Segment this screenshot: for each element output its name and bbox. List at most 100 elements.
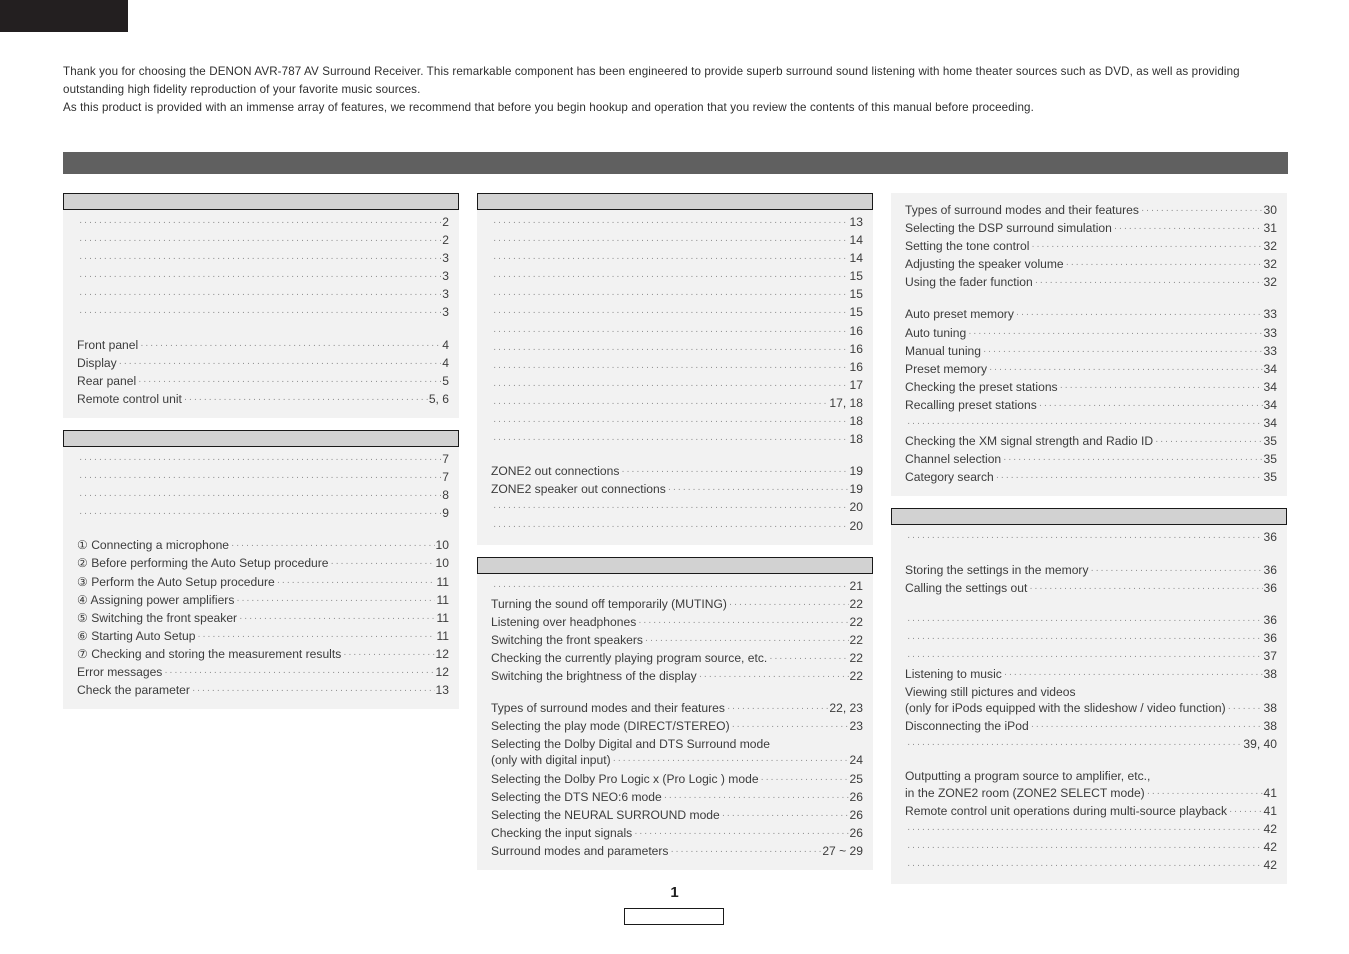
toc-entry[interactable]: ········································… — [77, 487, 449, 505]
toc-entry-group: Outputting a program source to amplifier… — [891, 768, 1287, 875]
toc-entry[interactable]: ········································… — [491, 304, 863, 322]
toc-entry[interactable]: Selecting the DTS NEO:6 mode ············… — [491, 789, 863, 807]
toc-entry[interactable]: ④ Assigning power amplifiers ············… — [77, 592, 449, 610]
toc-entry[interactable]: Checking the preset stations ············… — [905, 379, 1277, 397]
toc-entry[interactable]: ········································… — [491, 250, 863, 268]
toc-entry[interactable]: Selecting the NEURAL SURROUND mode ······… — [491, 807, 863, 825]
toc-entry[interactable]: ① Connecting a microphone ···············… — [77, 537, 449, 555]
toc-entry[interactable]: Calling the settings out ················… — [905, 580, 1277, 598]
toc-entry[interactable]: Listening over headphones ···············… — [491, 614, 863, 632]
toc-entry[interactable]: ········································… — [491, 323, 863, 341]
toc-entry[interactable]: Recalling preset stations ···············… — [905, 397, 1277, 415]
toc-entry[interactable]: Selecting the play mode (DIRECT/STEREO) ·… — [491, 718, 863, 736]
toc-entry[interactable]: Auto preset memory ······················… — [905, 306, 1277, 324]
toc-entry[interactable]: (only with digital input) ···············… — [491, 752, 863, 770]
toc-entry[interactable]: ········································… — [491, 518, 863, 536]
toc-entry[interactable]: Disconnecting the iPod ··················… — [905, 718, 1277, 736]
toc-entry[interactable]: ········································… — [491, 377, 863, 395]
toc-dot-leader: ········································… — [1227, 703, 1263, 715]
toc-entry[interactable]: ········································… — [491, 578, 863, 596]
toc-entry[interactable]: Channel selection ·······················… — [905, 451, 1277, 469]
toc-entry[interactable]: Manual tuning ···························… — [905, 343, 1277, 361]
toc-entry[interactable]: Switching the brightness of the display ·… — [491, 668, 863, 686]
toc-entry[interactable]: ③ Perform the Auto Setup procedure ······… — [77, 574, 449, 592]
toc-entry[interactable]: Checking the currently playing program s… — [491, 650, 863, 668]
toc-entry[interactable]: in the ZONE2 room (ZONE2 SELECT mode) ···… — [905, 785, 1277, 803]
toc-entry-label: Selecting the play mode (DIRECT/STEREO) — [491, 719, 730, 734]
toc-entry-label: ① Connecting a microphone — [77, 538, 230, 553]
toc-entry[interactable]: ········································… — [77, 250, 449, 268]
toc-entry[interactable]: ········································… — [77, 469, 449, 487]
toc-dot-leader: ········································… — [731, 721, 849, 733]
toc-entry[interactable]: Selecting the Dolby Digital and DTS Surr… — [491, 736, 863, 752]
toc-entry[interactable]: Checking the XM signal strength and Radi… — [905, 433, 1277, 451]
toc-entry[interactable]: ········································… — [77, 286, 449, 304]
toc-entry[interactable]: ········································… — [491, 341, 863, 359]
toc-entry[interactable]: Surround modes and parameters ···········… — [491, 843, 863, 861]
toc-entry-page-number: 42 — [1263, 839, 1277, 854]
toc-entry[interactable]: ⑥ Starting Auto Setup ···················… — [77, 628, 449, 646]
toc-entry[interactable]: (only for iPods equipped with the slides… — [905, 700, 1277, 718]
toc-entry[interactable]: Using the fader function ················… — [905, 274, 1277, 292]
toc-entry[interactable]: ········································… — [491, 268, 863, 286]
toc-entry[interactable]: ········································… — [491, 232, 863, 250]
toc-entry[interactable]: ········································… — [491, 499, 863, 517]
toc-entry[interactable]: Adjusting the speaker volume ············… — [905, 256, 1277, 274]
toc-entry[interactable]: Listening to music ······················… — [905, 666, 1277, 684]
toc-entry[interactable]: ········································… — [905, 630, 1277, 648]
toc-entry[interactable]: ZONE2 speaker out connections ···········… — [491, 481, 863, 499]
toc-entry-group: ········································… — [477, 578, 873, 687]
toc-entry[interactable]: ········································… — [905, 415, 1277, 433]
toc-entry[interactable]: Display ·································… — [77, 355, 449, 373]
toc-entry[interactable]: ········································… — [77, 214, 449, 232]
toc-entry[interactable]: Check the parameter ·····················… — [77, 682, 449, 700]
toc-entry[interactable]: ········································… — [77, 304, 449, 322]
toc-dot-leader: ········································… — [1003, 668, 1263, 680]
toc-entry[interactable]: ········································… — [905, 839, 1277, 857]
toc-entry[interactable]: Auto tuning ·····························… — [905, 325, 1277, 343]
toc-entry[interactable]: Selecting the DSP surround simulation ···… — [905, 220, 1277, 238]
toc-entry[interactable]: ········································… — [491, 214, 863, 232]
toc-entry[interactable]: ········································… — [905, 612, 1277, 630]
toc-entry[interactable]: ⑤ Switching the front speaker ···········… — [77, 610, 449, 628]
toc-entry-label: Remote control unit — [77, 391, 182, 406]
toc-dot-leader: ········································… — [79, 289, 441, 301]
toc-entry[interactable]: ········································… — [77, 232, 449, 250]
toc-entry[interactable]: Checking the input signals ··············… — [491, 825, 863, 843]
toc-entry[interactable]: Switching the front speakers ············… — [491, 632, 863, 650]
toc-entry[interactable]: Category search ·························… — [905, 469, 1277, 487]
toc-entry-page-number: 32 — [1263, 239, 1277, 254]
toc-entry[interactable]: ⑦ Checking and storing the measurement r… — [77, 646, 449, 664]
toc-entry[interactable]: Error messages ··························… — [77, 664, 449, 682]
toc-entry[interactable]: Selecting the Dolby Pro Logic x (Pro Log… — [491, 771, 863, 789]
toc-entry[interactable]: ········································… — [491, 431, 863, 449]
toc-entry[interactable]: ········································… — [905, 857, 1277, 875]
toc-entry[interactable]: Storing the settings in the memory ······… — [905, 562, 1277, 580]
toc-entry[interactable]: ········································… — [77, 451, 449, 469]
toc-dot-leader: ········································… — [670, 845, 821, 857]
toc-entry[interactable]: ········································… — [905, 529, 1277, 547]
toc-entry[interactable]: ········································… — [491, 395, 863, 413]
toc-entry[interactable]: ② Before performing the Auto Setup proce… — [77, 555, 449, 573]
toc-entry[interactable]: Outputting a program source to amplifier… — [905, 768, 1277, 784]
toc-entry[interactable]: Viewing still pictures and videos — [905, 684, 1277, 700]
toc-entry[interactable]: Front panel ·····························… — [77, 337, 449, 355]
toc-entry[interactable]: ZONE2 out connections ···················… — [491, 463, 863, 481]
toc-entry[interactable]: Preset memory ···························… — [905, 361, 1277, 379]
toc-entry[interactable]: Types of surround modes and their featur… — [905, 202, 1277, 220]
toc-entry[interactable]: Rear panel ······························… — [77, 373, 449, 391]
toc-entry[interactable]: Turning the sound off temporarily (MUTIN… — [491, 596, 863, 614]
toc-entry[interactable]: ········································… — [77, 268, 449, 286]
toc-entry[interactable]: Remote control unit ·····················… — [77, 391, 449, 409]
toc-entry[interactable]: ········································… — [491, 413, 863, 431]
toc-entry[interactable]: ········································… — [77, 505, 449, 523]
toc-entry[interactable]: ········································… — [905, 648, 1277, 666]
toc-entry[interactable]: ········································… — [905, 821, 1277, 839]
toc-entry-group: Storing the settings in the memory ······… — [891, 562, 1287, 598]
toc-entry[interactable]: Setting the tone control ················… — [905, 238, 1277, 256]
toc-entry[interactable]: Types of surround modes and their featur… — [491, 700, 863, 718]
toc-entry[interactable]: Remote control unit operations during mu… — [905, 803, 1277, 821]
toc-entry[interactable]: ········································… — [905, 736, 1277, 754]
toc-entry[interactable]: ········································… — [491, 359, 863, 377]
toc-entry[interactable]: ········································… — [491, 286, 863, 304]
